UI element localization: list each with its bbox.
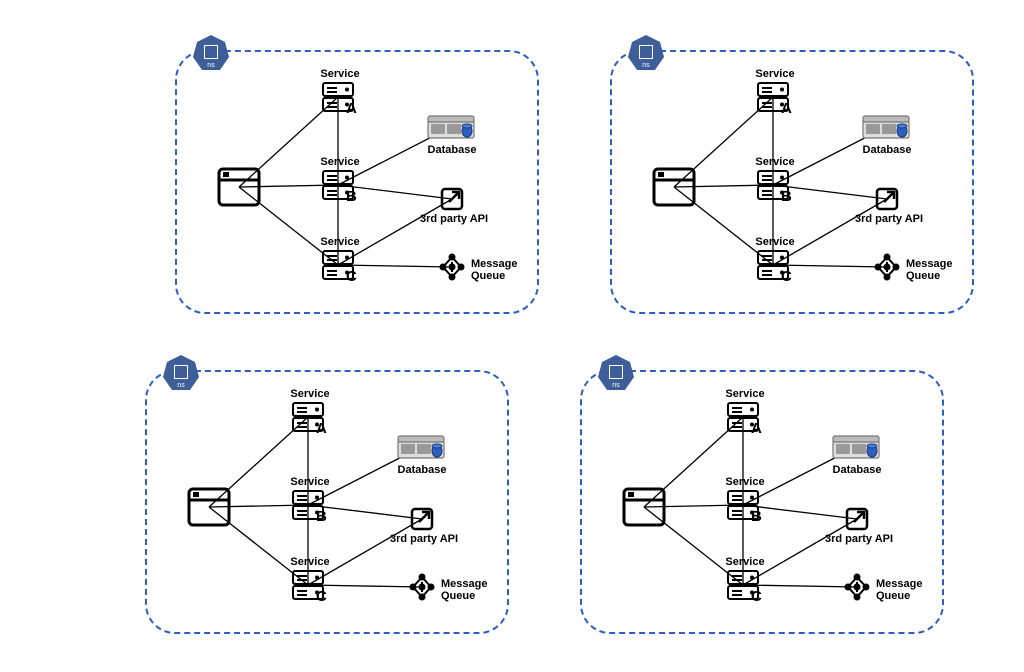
mq-label: Message Queue [471,258,527,282]
serviceA-letter: A [316,420,327,437]
namespace-badge-label: ns [597,382,635,389]
browser-icon [217,167,261,207]
namespace-panel: ns Service A Service B Service C Database 3… [580,370,944,634]
serviceB-label: Service [318,156,362,168]
browser-icon [622,487,666,527]
database-icon [427,112,475,142]
edge [338,199,452,265]
browser-icon [187,487,231,527]
namespace-panel: ns Service A Service B Service C Database 3… [610,50,974,314]
serviceB-letter: B [781,188,792,205]
mq-label: Message Queue [876,578,932,602]
edge [773,199,887,265]
serviceB-label: Service [753,156,797,168]
serviceC-label: Service [723,556,767,568]
mq-label: Message Queue [906,258,962,282]
api3rd-icon [410,507,434,531]
serviceC-label: Service [753,236,797,248]
edge [338,265,452,267]
database-icon [832,432,880,462]
namespace-badge: ns [627,34,665,72]
serviceB-letter: B [316,508,327,525]
database-icon [862,112,910,142]
serviceB-letter: B [346,188,357,205]
serviceC-letter: C [751,588,762,605]
mq-icon [437,250,467,284]
api3rd-label: 3rd party API [414,213,494,225]
namespace-panel: ns Service A Service B Service C Database 3… [175,50,539,314]
serviceA-label: Service [318,68,362,80]
serviceA-label: Service [753,68,797,80]
serviceA-letter: A [751,420,762,437]
database-label: Database [423,144,481,156]
edge [743,519,857,585]
serviceB-label: Service [288,476,332,488]
namespace-badge: ns [597,354,635,392]
api3rd-label: 3rd party API [849,213,929,225]
serviceA-label: Service [288,388,332,400]
serviceC-label: Service [318,236,362,248]
browser-icon [652,167,696,207]
database-icon [397,432,445,462]
serviceA-letter: A [781,100,792,117]
serviceB-letter: B [751,508,762,525]
namespace-panel: ns Service A Service B Service C Database 3… [145,370,509,634]
namespace-badge-label: ns [627,62,665,69]
edge [743,585,857,587]
mq-icon [842,570,872,604]
edge [308,585,422,587]
namespace-badge-label: ns [192,62,230,69]
api3rd-icon [845,507,869,531]
namespace-badge: ns [162,354,200,392]
api3rd-icon [875,187,899,211]
database-label: Database [393,464,451,476]
serviceA-label: Service [723,388,767,400]
mq-icon [872,250,902,284]
api3rd-icon [440,187,464,211]
database-label: Database [828,464,886,476]
namespace-badge: ns [192,34,230,72]
mq-icon [407,570,437,604]
edge [773,265,887,267]
serviceC-label: Service [288,556,332,568]
api3rd-label: 3rd party API [384,533,464,545]
namespace-badge-label: ns [162,382,200,389]
serviceC-letter: C [316,588,327,605]
serviceB-label: Service [723,476,767,488]
edge [308,519,422,585]
serviceC-letter: C [346,268,357,285]
api3rd-label: 3rd party API [819,533,899,545]
serviceC-letter: C [781,268,792,285]
mq-label: Message Queue [441,578,497,602]
serviceA-letter: A [346,100,357,117]
database-label: Database [858,144,916,156]
